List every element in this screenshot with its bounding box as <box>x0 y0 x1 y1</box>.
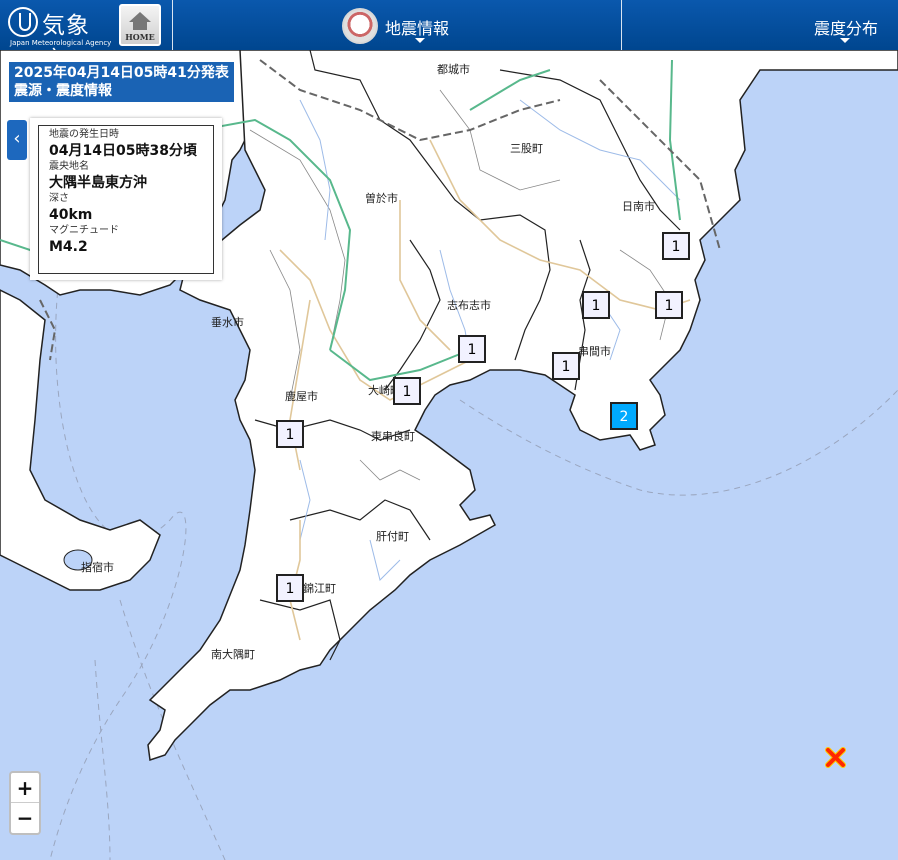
intensity-marker[interactable]: 1 <box>582 291 610 319</box>
intensity-marker[interactable]: 2 <box>610 402 638 430</box>
place-label: 日南市 <box>622 199 655 213</box>
place-label: 都城市 <box>437 62 470 76</box>
depth-label: 深さ <box>49 193 69 204</box>
svg-text:1: 1 <box>286 427 295 443</box>
place-label: 指宿市 <box>81 560 114 574</box>
svg-text:1: 1 <box>592 298 601 314</box>
magnitude-value: M4.2 <box>49 239 88 255</box>
epicenter-value: 大隅半島東方沖 <box>49 175 147 191</box>
header-divider <box>172 0 173 50</box>
earthquake-info-panel: 地震の発生日時 04月14日05時38分頃 震央地名 大隅半島東方沖 深さ 40… <box>30 118 222 280</box>
header-divider <box>621 0 622 50</box>
home-icon-body <box>133 21 147 30</box>
svg-text:1: 1 <box>665 298 674 314</box>
intensity-marker[interactable]: 1 <box>657 226 683 252</box>
chevron-down-icon <box>840 38 850 43</box>
intensity-marker[interactable]: 1 <box>393 377 421 405</box>
home-button[interactable]: HOME <box>119 4 161 46</box>
chevron-down-icon <box>415 38 425 43</box>
svg-text:1: 1 <box>562 359 571 375</box>
place-label: 南大隅町 <box>211 647 255 661</box>
collapse-panel-button[interactable]: ‹ <box>7 120 27 160</box>
svg-text:1: 1 <box>286 581 295 597</box>
earthquake-info-box: 地震の発生日時 04月14日05時38分頃 震央地名 大隅半島東方沖 深さ 40… <box>38 125 214 274</box>
earthquake-info-label: 地震情報 <box>385 19 450 38</box>
depth-value: 40km <box>49 207 93 223</box>
app-header: 気象庁 Japan Meteorological Agency HOME 地震情… <box>0 0 898 73</box>
svg-text:2: 2 <box>620 409 629 425</box>
time-label: 地震の発生日時 <box>49 129 119 140</box>
magnitude-label: マグニチュード <box>49 225 119 236</box>
epicenter-label: 震央地名 <box>49 161 89 172</box>
report-type: 震源・震度情報 <box>14 83 112 99</box>
place-label: 垂水市 <box>211 315 244 329</box>
logo-subtitle: Japan Meteorological Agency <box>10 39 112 47</box>
intensity-marker[interactable]: 1 <box>458 335 486 363</box>
place-label: 東串良町 <box>371 429 415 443</box>
jma-logo[interactable]: 気象庁 Japan Meteorological Agency <box>6 4 112 73</box>
zoom-in-button[interactable]: + <box>11 773 39 803</box>
svg-text:1: 1 <box>403 384 412 400</box>
place-label: 三股町 <box>510 142 543 155</box>
intensity-marker[interactable]: 1 <box>276 420 304 448</box>
zoom-out-button[interactable]: − <box>11 803 39 833</box>
intensity-distribution-menu[interactable]: 震度分布 <box>814 15 878 39</box>
place-label: 肝付町 <box>376 530 409 543</box>
zoom-control: + − <box>9 771 41 835</box>
seismograph-icon <box>342 8 378 44</box>
svg-text:1: 1 <box>468 342 477 358</box>
place-label: 志布志市 <box>447 298 491 312</box>
intensity-marker[interactable]: 1 <box>276 574 304 602</box>
report-title: 2025年04月14日05時41分発表 震源・震度情報 <box>9 62 234 102</box>
place-label: 錦江町 <box>303 581 336 595</box>
jma-emblem-icon <box>8 7 38 37</box>
intensity-marker[interactable]: 1 <box>552 352 580 380</box>
place-label: 串間市 <box>578 344 611 358</box>
report-timestamp: 2025年04月14日05時41分発表 <box>14 65 229 81</box>
time-value: 04月14日05時38分頃 <box>49 143 197 159</box>
place-label: 曽於市 <box>365 191 398 205</box>
home-label: HOME <box>125 32 155 42</box>
place-label: 鹿屋市 <box>285 389 318 403</box>
intensity-marker[interactable]: 1 <box>655 291 683 319</box>
chevron-left-icon: ‹ <box>13 128 21 149</box>
